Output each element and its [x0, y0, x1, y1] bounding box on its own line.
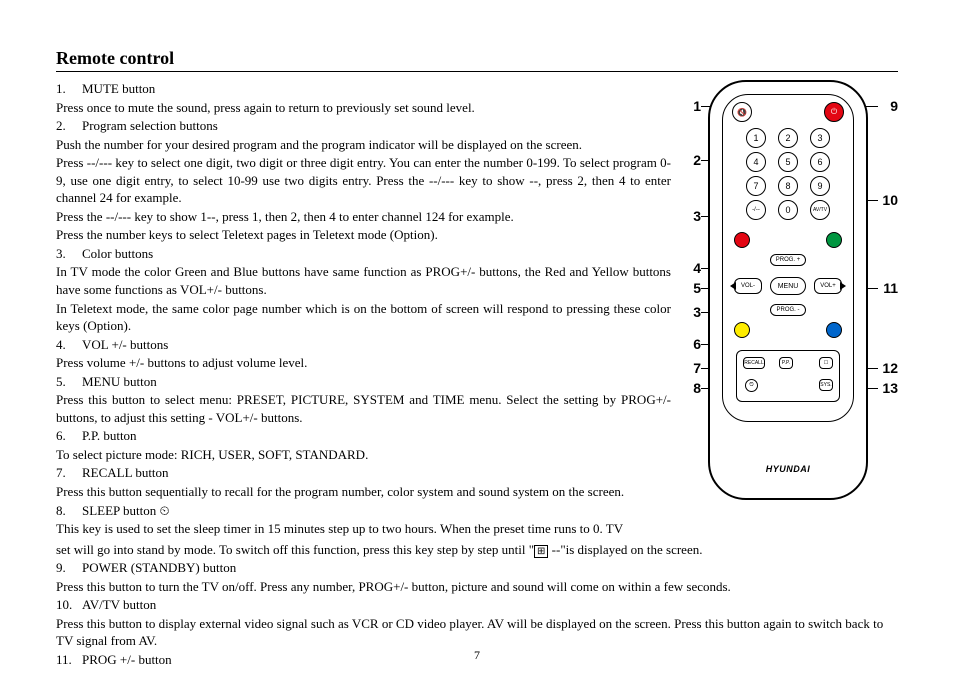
callout-5: 5: [683, 280, 701, 296]
digit-1: 1: [746, 128, 766, 148]
callout-6: 6: [683, 336, 701, 352]
power-button: ⏻: [824, 102, 844, 122]
callout-7: 7: [683, 360, 701, 376]
digit-8: 8: [778, 176, 798, 196]
callout-12: 12: [882, 360, 898, 376]
callout-11: 11: [883, 280, 898, 296]
digit-3: 3: [810, 128, 830, 148]
sys-button: SYS.: [819, 379, 833, 391]
callout-10: 10: [882, 192, 898, 208]
callout-4: 4: [683, 260, 701, 276]
prog-plus: PROG. +: [770, 254, 806, 266]
callout-1: 1: [683, 98, 701, 114]
sleep-icon: ⏲: [160, 503, 170, 518]
title-rule: [56, 71, 898, 72]
digit-4: 4: [746, 152, 766, 172]
color-blue: [826, 322, 842, 338]
callout-9: 9: [890, 98, 898, 114]
color-green: [826, 232, 842, 248]
avtv-button: AV/TV: [810, 200, 830, 220]
vol-minus: VOL-: [734, 278, 762, 294]
mute-button: 🔇: [732, 102, 752, 122]
remote-outline: 🔇 ⏻ 1 2 3 4 5 6 7 8 9 -/-- 0 AV/TV PROG.…: [708, 80, 868, 500]
digits-toggle: -/--: [746, 200, 766, 220]
callout-2: 2: [683, 152, 701, 168]
tv-button: ☐: [819, 357, 833, 369]
pp-button: P.P.: [779, 357, 793, 369]
brand-logo: HYUNDAI: [710, 464, 866, 474]
vol-plus: VOL+: [814, 278, 842, 294]
remote-diagram: 1 2 3 4 5 3 6 7 8 9 10 11 12 13 🔇: [683, 80, 898, 500]
color-yellow: [734, 322, 750, 338]
digit-9: 9: [810, 176, 830, 196]
digit-7: 7: [746, 176, 766, 196]
color-red: [734, 232, 750, 248]
display-icon: ⊞: [534, 545, 548, 558]
digit-5: 5: [778, 152, 798, 172]
lower-panel: RECALL P.P. ☐ ⏲ SYS.: [736, 350, 840, 402]
callout-8: 8: [683, 380, 701, 396]
recall-button: RECALL: [743, 357, 765, 369]
prog-minus: PROG. -: [770, 304, 806, 316]
menu-button: MENU: [770, 277, 806, 295]
page-number: 7: [0, 648, 954, 663]
description-column: 1.MUTE button Press once to mute the sou…: [56, 80, 671, 539]
callout-3: 3: [683, 208, 701, 224]
digit-2: 2: [778, 128, 798, 148]
callout-3b: 3: [683, 304, 701, 320]
callout-13: 13: [882, 380, 898, 396]
digit-6: 6: [810, 152, 830, 172]
digit-0: 0: [778, 200, 798, 220]
page-title: Remote control: [56, 48, 898, 69]
sleep-button: ⏲: [745, 379, 758, 392]
